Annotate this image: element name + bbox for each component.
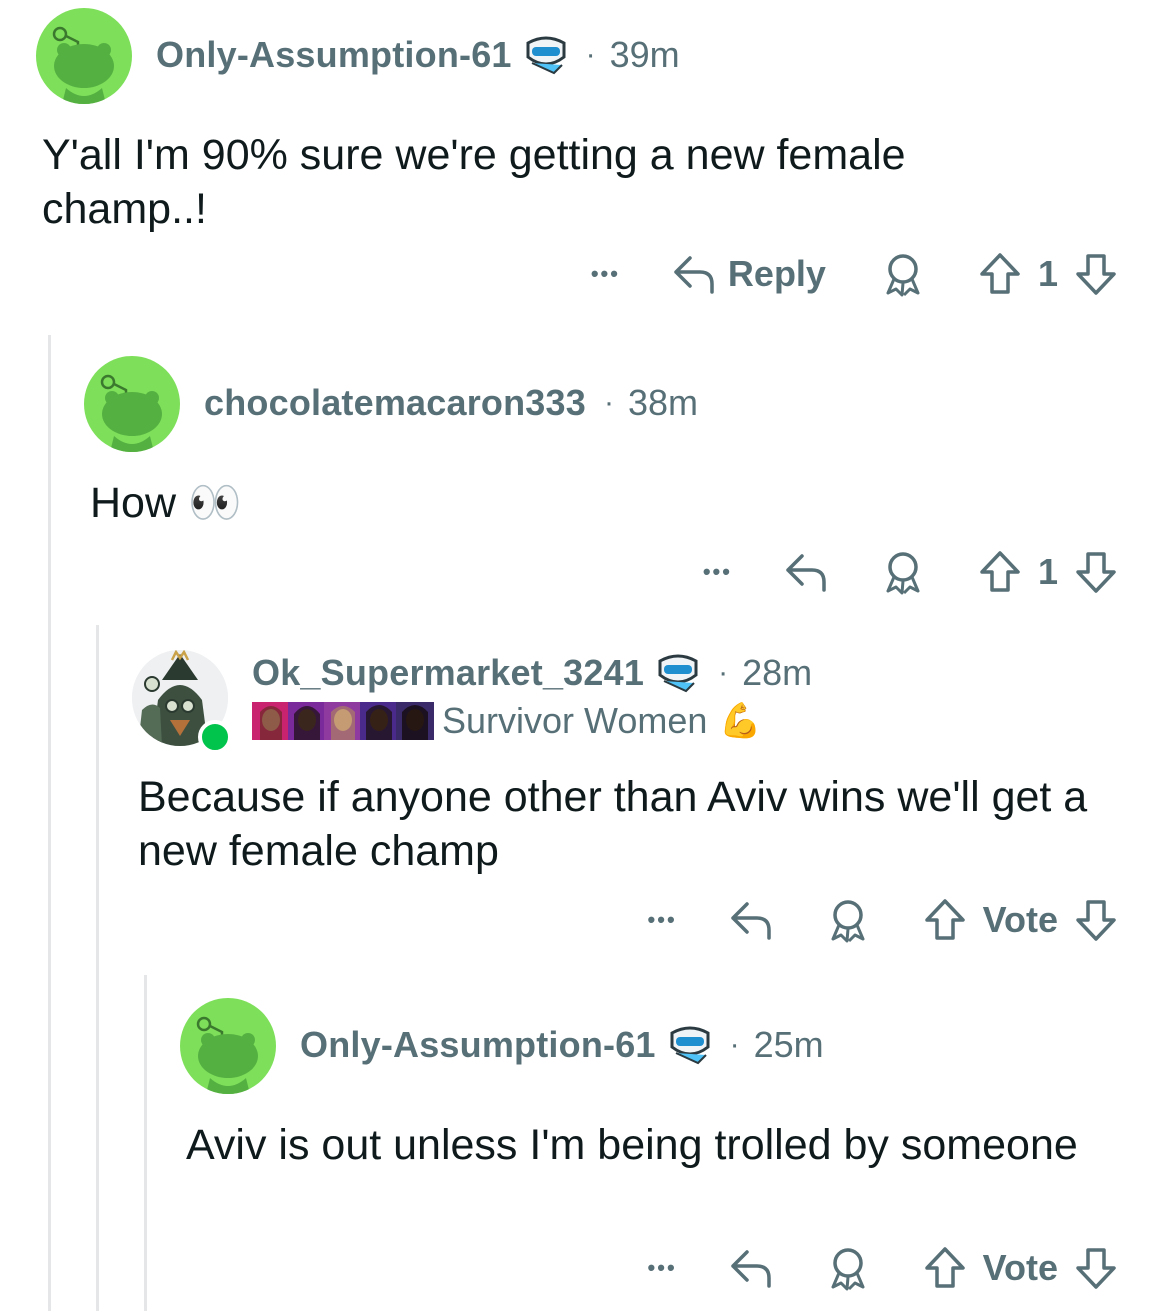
more-options-button[interactable]: ••• — [591, 261, 620, 287]
user-avatar[interactable] — [84, 356, 180, 452]
award-button[interactable] — [825, 1245, 871, 1291]
comment-actions: ••• Reply 1 — [591, 250, 1120, 298]
timestamp[interactable]: 38m — [628, 382, 698, 424]
award-button[interactable] — [825, 897, 871, 943]
reply-icon — [730, 1250, 771, 1288]
upvote-button[interactable] — [921, 896, 969, 944]
username[interactable]: Only-Assumption-61 — [156, 34, 512, 76]
downvote-button[interactable] — [1072, 896, 1120, 944]
award-icon — [886, 552, 920, 595]
flair-face-icon — [252, 702, 290, 740]
downvote-button[interactable] — [1072, 1244, 1120, 1292]
comment-body: Y'all I'm 90% sure we're getting a new f… — [42, 131, 906, 233]
upvote-icon — [980, 551, 1020, 592]
award-icon — [831, 900, 865, 943]
sunglasses-badge-icon — [656, 653, 700, 693]
more-options-button[interactable]: ••• — [648, 1255, 677, 1281]
comment-body: How 👀 — [90, 479, 242, 527]
upvote-icon — [980, 253, 1020, 294]
reply-icon — [786, 554, 826, 592]
username[interactable]: Only-Assumption-61 — [300, 1024, 656, 1066]
comment-actions: ••• 1 — [703, 548, 1120, 596]
snoo-avatar-icon — [100, 374, 162, 452]
downvote-button[interactable] — [1072, 548, 1120, 596]
award-icon — [831, 1248, 865, 1291]
award-button[interactable] — [880, 251, 926, 297]
comment-4: Only-Assumption-61 · 25m Aviv is out unl… — [0, 980, 1170, 1311]
upvote-button[interactable] — [976, 548, 1024, 596]
comment-body: Aviv is out unless I'm being trolled by … — [186, 1121, 1078, 1169]
downvote-icon — [1076, 1248, 1116, 1289]
timestamp[interactable]: 28m — [742, 652, 812, 694]
reply-icon — [674, 256, 714, 294]
user-flair[interactable]: Survivor Women 💪 — [252, 700, 762, 742]
flair-face-icon — [360, 702, 398, 740]
upvote-icon — [924, 1247, 965, 1288]
separator: · — [603, 386, 614, 419]
vote-count: 1 — [1037, 551, 1058, 592]
separator: · — [729, 1028, 740, 1061]
comment-2: chocolatemacaron333 · 38m How 👀 ••• 1 — [0, 340, 1170, 610]
comment-3: Ok_Supermarket_3241 · 28m Survivor Women… — [0, 630, 1170, 960]
flair-label: Survivor Women — [442, 700, 708, 741]
comment-meta: Only-Assumption-61 · 25m — [300, 1024, 824, 1066]
downvote-icon — [1076, 254, 1116, 295]
more-options-button[interactable]: ••• — [703, 559, 732, 585]
upvote-button[interactable] — [976, 250, 1024, 298]
separator: · — [585, 38, 596, 71]
vote-label: Vote — [982, 899, 1058, 940]
reply-button[interactable] — [727, 898, 775, 942]
more-options-button[interactable]: ••• — [648, 907, 677, 933]
reply-button[interactable] — [727, 1246, 775, 1290]
user-avatar[interactable] — [36, 8, 132, 104]
comment-meta: Ok_Supermarket_3241 · 28m — [252, 652, 812, 694]
award-button[interactable] — [880, 549, 926, 595]
vote-label: Vote — [982, 1247, 1058, 1288]
downvote-icon — [1076, 900, 1116, 941]
downvote-button[interactable] — [1072, 250, 1120, 298]
upvote-button[interactable] — [921, 1244, 969, 1292]
comment-body: Because if anyone other than Aviv wins w… — [138, 773, 1088, 875]
flair-face-icon — [288, 702, 326, 740]
flexed-bicep-emoji: 💪 — [719, 702, 762, 740]
snoo-avatar-icon — [52, 26, 114, 104]
flair-face-icon — [396, 702, 434, 740]
comment-meta: chocolatemacaron333 · 38m — [204, 382, 698, 424]
user-avatar[interactable] — [180, 998, 276, 1094]
upvote-icon — [924, 899, 965, 940]
flair-face-icon — [324, 702, 362, 740]
comment-meta: Only-Assumption-61 · 39m — [156, 34, 680, 76]
timestamp[interactable]: 39m — [610, 34, 680, 76]
reply-button[interactable] — [782, 550, 830, 594]
separator: · — [718, 656, 729, 689]
award-icon — [886, 254, 920, 297]
reply-label: Reply — [727, 253, 826, 294]
snoo-avatar-icon — [196, 1016, 258, 1094]
downvote-icon — [1076, 552, 1116, 593]
username[interactable]: Ok_Supermarket_3241 — [252, 652, 644, 694]
reply-icon — [730, 902, 771, 940]
comment-actions: ••• Vote — [648, 1244, 1120, 1292]
sunglasses-badge-icon — [668, 1025, 712, 1065]
username[interactable]: chocolatemacaron333 — [204, 382, 586, 424]
reply-button[interactable]: Reply — [670, 252, 826, 296]
online-status-indicator — [198, 720, 232, 754]
vote-count: 1 — [1037, 253, 1058, 294]
timestamp[interactable]: 25m — [754, 1024, 824, 1066]
comment-1: Only-Assumption-61 · 39m Y'all I'm 90% s… — [0, 0, 1170, 320]
sunglasses-badge-icon — [524, 35, 568, 75]
flair-images — [252, 702, 434, 740]
comment-actions: ••• Vote — [648, 896, 1120, 944]
